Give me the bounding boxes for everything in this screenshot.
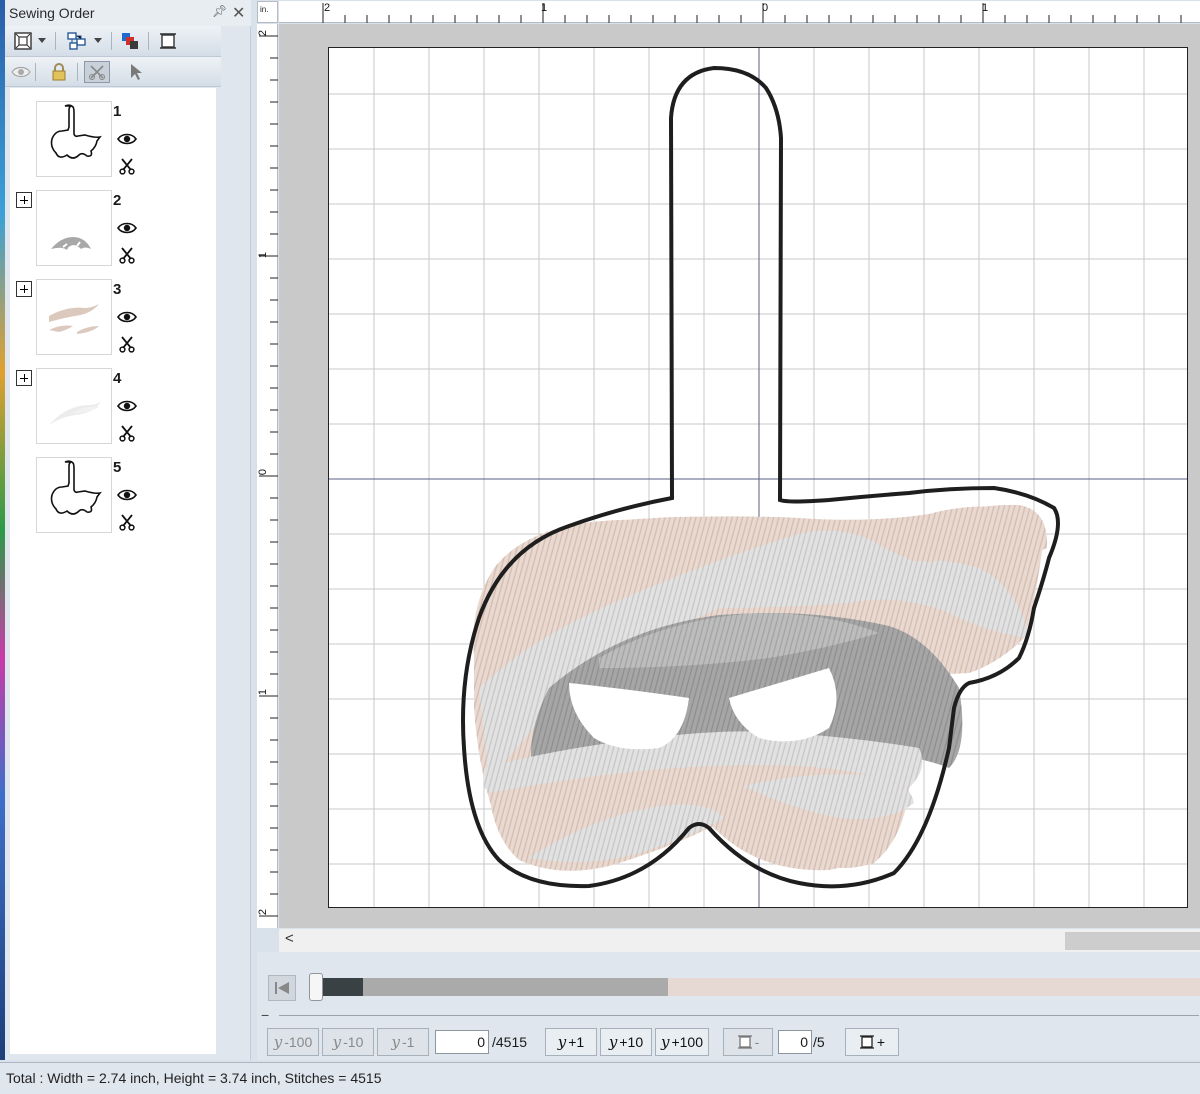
design-thumbnail <box>36 368 112 444</box>
pin-icon[interactable]: 📌︎ <box>212 4 227 18</box>
design-thumbnail <box>36 101 112 177</box>
eye-icon[interactable] <box>117 488 137 502</box>
expand-icon[interactable] <box>16 192 32 208</box>
fit-view-icon[interactable] <box>11 30 35 52</box>
current-stitch-field[interactable]: 0 <box>435 1030 489 1054</box>
list-item[interactable]: 1 <box>10 88 216 177</box>
scissors-icon[interactable] <box>119 424 135 442</box>
eye-icon[interactable] <box>117 221 137 235</box>
sewing-order-toolbar-top <box>5 26 221 57</box>
ruler-label: 2 <box>324 2 331 14</box>
item-number: 3 <box>113 281 122 298</box>
chevron-down-icon[interactable] <box>35 30 49 52</box>
frame-icon <box>859 1035 874 1049</box>
sewing-order-toolbar-bottom <box>5 57 221 87</box>
list-item[interactable]: 3 <box>10 266 216 355</box>
stitch-progress-track[interactable] <box>313 978 1200 996</box>
scissors-icon[interactable] <box>119 157 135 175</box>
ruler-label: 2 <box>257 908 270 916</box>
ruler-label: 1 <box>541 2 548 14</box>
panel-titlebar: Sewing Order 📌︎ ✕ <box>5 0 251 26</box>
scissors-icon[interactable] <box>119 335 135 353</box>
toolbar-separator <box>55 32 56 50</box>
scrollbar-thumb[interactable] <box>1065 932 1200 950</box>
frame-icon <box>737 1035 752 1049</box>
stitch-navigator: − y -100 y -10 y -1 0 /4515 y +1 y +10 y +100 … <box>257 952 1200 1060</box>
item-number: 4 <box>113 370 122 387</box>
stitch-progress-current <box>323 978 363 996</box>
current-color-field[interactable]: 0 <box>778 1030 812 1054</box>
color-total: /5 <box>813 1034 825 1050</box>
status-text: Total : Width = 2.74 inch, Height = 3.74… <box>6 1070 382 1086</box>
sewing-order-list: 1 2 3 4 5 <box>10 88 216 1054</box>
select-pointer-icon[interactable] <box>124 61 148 83</box>
chevron-down-icon[interactable] <box>91 30 105 52</box>
item-number: 5 <box>113 459 122 476</box>
lock-icon[interactable] <box>47 61 71 83</box>
toolbar-separator <box>35 63 36 81</box>
close-icon[interactable]: ✕ <box>232 3 245 23</box>
forward-100-button[interactable]: y +100 <box>655 1028 709 1056</box>
expand-icon[interactable] <box>16 281 32 297</box>
next-color-button[interactable]: + <box>845 1028 899 1056</box>
color-order-icon[interactable] <box>118 30 142 52</box>
embroidery-hoop[interactable] <box>328 47 1188 908</box>
ruler-label: 1 <box>257 688 270 696</box>
design-thumbnail <box>36 279 112 355</box>
ruler-label: 1 <box>982 2 989 14</box>
ruler-unit: in. <box>257 1 278 23</box>
group-dropdown-icon[interactable] <box>65 30 89 52</box>
ruler-label: 1 <box>257 251 270 259</box>
toolbar-separator <box>148 32 149 50</box>
status-bar: Total : Width = 2.74 inch, Height = 3.74… <box>0 1062 1200 1094</box>
previous-color-button[interactable]: - <box>723 1028 773 1056</box>
back-1-button[interactable]: y -1 <box>377 1028 429 1056</box>
horizontal-ruler: 2 1 0 1 <box>279 1 1200 23</box>
eye-icon[interactable] <box>117 132 137 146</box>
list-item[interactable]: 5 <box>10 444 216 533</box>
go-to-first-icon[interactable] <box>268 975 296 1001</box>
ruler-label: 2 <box>257 29 270 37</box>
list-item[interactable]: 4 <box>10 355 216 444</box>
scissors-icon[interactable] <box>119 513 135 531</box>
panel-title: Sewing Order <box>9 5 95 21</box>
item-number: 1 <box>113 103 122 120</box>
eye-icon[interactable] <box>117 310 137 324</box>
list-item[interactable]: 2 <box>10 177 216 266</box>
stitch-progress-fill <box>313 978 668 996</box>
back-10-button[interactable]: y -10 <box>322 1028 374 1056</box>
scissors-icon[interactable] <box>119 246 135 264</box>
scissors-toggle-icon[interactable] <box>84 61 110 83</box>
vertical-ruler: 2 1 0 1 2 <box>257 24 278 928</box>
forward-10-button[interactable]: y +10 <box>600 1028 652 1056</box>
eye-icon[interactable] <box>9 61 33 83</box>
color-divider: − <box>261 1007 1199 1023</box>
design-thumbnail <box>36 190 112 266</box>
horizontal-scrollbar[interactable]: < <box>279 929 1200 952</box>
eye-icon[interactable] <box>117 399 137 413</box>
toolbar-separator <box>111 32 112 50</box>
stitch-slider-thumb[interactable] <box>309 973 323 1001</box>
back-100-button[interactable]: y -100 <box>267 1028 319 1056</box>
forward-1-button[interactable]: y +1 <box>545 1028 597 1056</box>
ruler-label: 0 <box>257 468 270 476</box>
minus-symbol: − <box>261 1007 270 1023</box>
expand-icon[interactable] <box>16 370 32 386</box>
mummy-mask-design[interactable] <box>329 48 1188 908</box>
stitch-total: /4515 <box>492 1034 528 1050</box>
toolbar-separator <box>77 63 78 81</box>
ruler-label: 0 <box>762 2 769 14</box>
item-number: 2 <box>113 192 122 209</box>
sewing-order-panel: Sewing Order 📌︎ ✕ 1 2 3 4 5 <box>5 0 251 1060</box>
scroll-left-icon[interactable]: < <box>285 930 294 947</box>
frame-icon[interactable] <box>156 30 180 52</box>
design-thumbnail <box>36 457 112 533</box>
